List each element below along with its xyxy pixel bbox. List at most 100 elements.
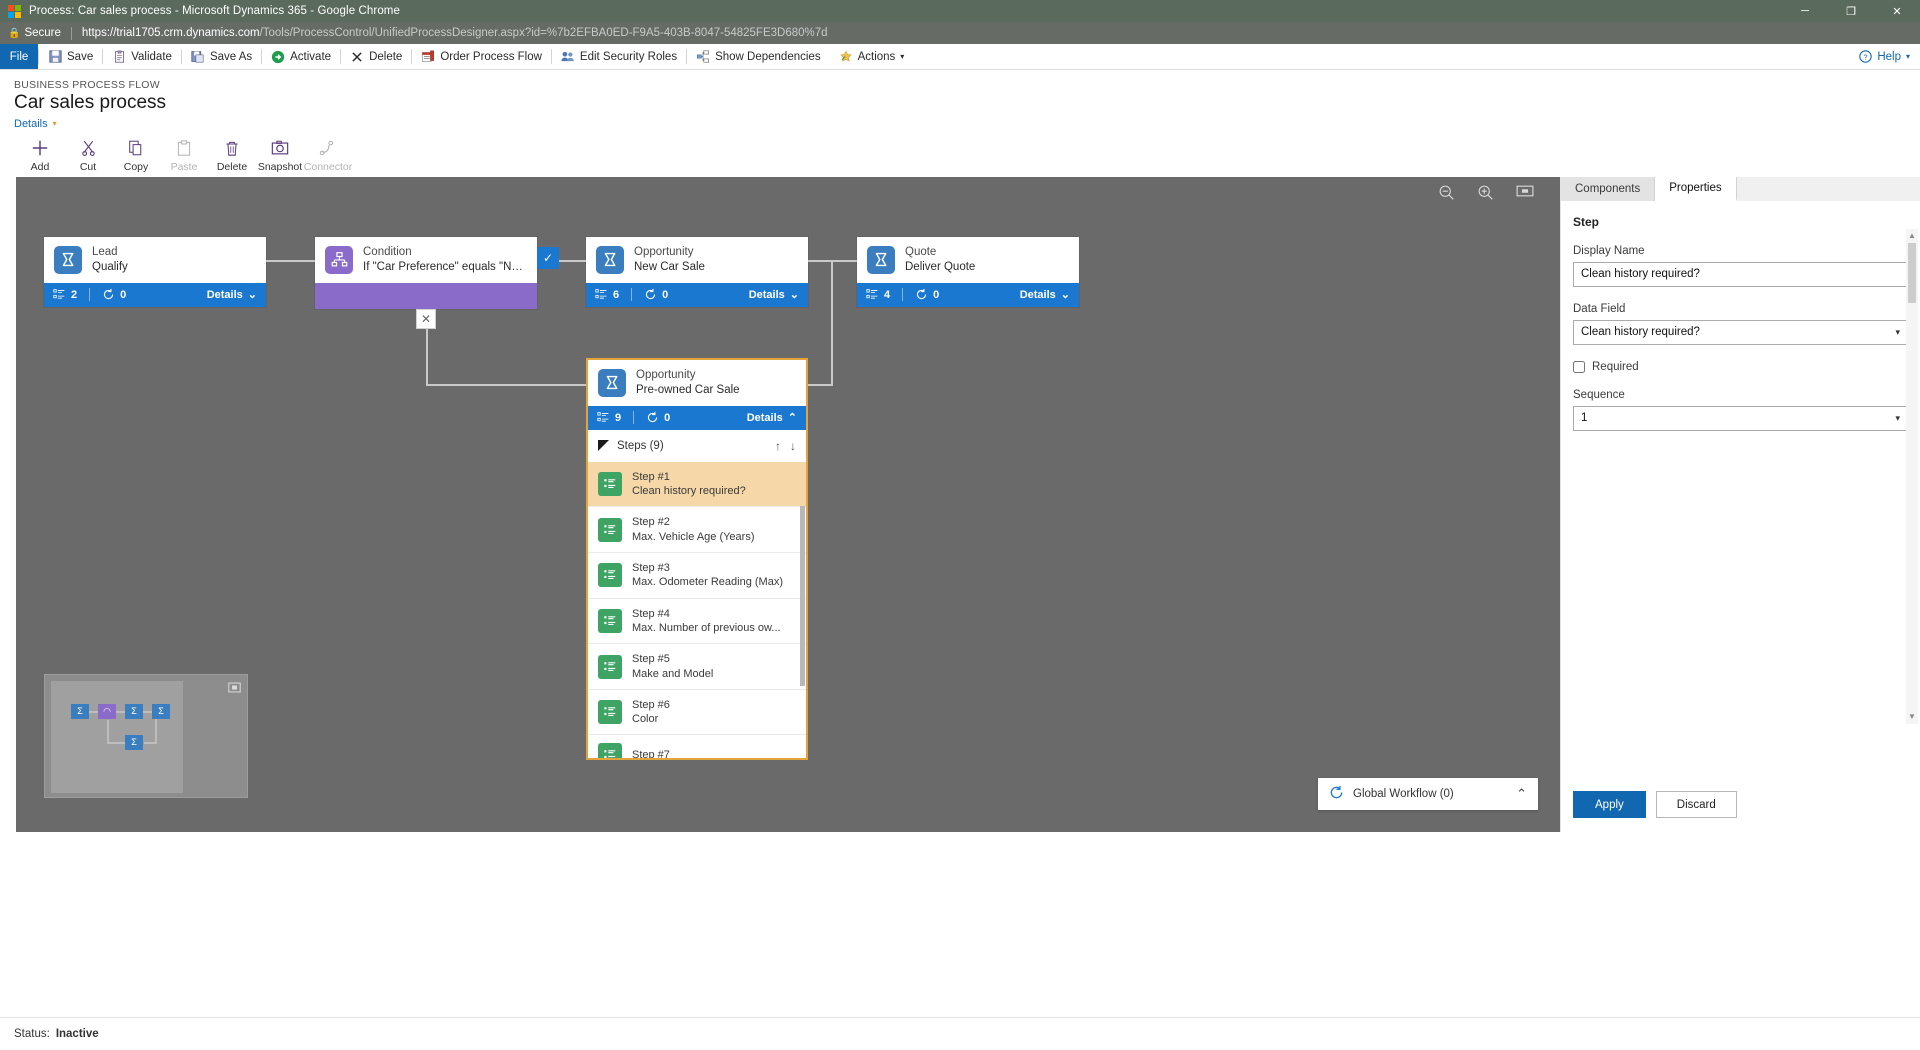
security-status-label: Secure (24, 27, 61, 39)
process-designer-canvas[interactable]: Lead Qualify 2 0 Details ⌄ Condition If … (16, 176, 1560, 832)
list-item[interactable]: Step #5 Make and Model (588, 644, 806, 690)
tab-properties[interactable]: Properties (1655, 176, 1737, 201)
stage-details-toggle[interactable]: Details ⌄ (749, 288, 799, 302)
minimap-node-preowned: Σ (125, 734, 143, 750)
step-field-icon (598, 563, 622, 588)
display-name-label: Display Name (1573, 244, 1645, 257)
scrollbar-thumb[interactable] (1908, 242, 1916, 303)
canvas-minimap[interactable]: Σ ◠ Σ Σ Σ (44, 673, 248, 798)
move-step-up-button[interactable]: ↑ (775, 439, 781, 453)
step-number: Step #7 (632, 749, 670, 758)
stage-steps-count: 2 (71, 288, 78, 301)
chevron-down-icon: ⌄ (789, 289, 799, 302)
minimap-viewport[interactable] (51, 680, 183, 793)
process-details-toggle[interactable]: Details ▾ (14, 118, 57, 130)
show-dependencies-button[interactable]: Show Dependencies (687, 44, 830, 69)
stage-lead-footer: 2 0 Details ⌄ (44, 282, 266, 307)
data-field-select[interactable]: Clean history required? ▾ (1573, 319, 1908, 345)
list-item[interactable]: Step #1 Clean history required? (588, 461, 806, 508)
step-field-icon (598, 743, 622, 758)
step-number: Step #1 (632, 470, 670, 483)
display-name-input[interactable] (1573, 261, 1908, 287)
browser-address-bar[interactable]: 🔒 Secure https://trial1705.crm.dynamics.… (0, 22, 1920, 44)
minimize-button[interactable]: ─ (1782, 0, 1828, 22)
required-checkbox-group[interactable]: Required (1573, 360, 1908, 373)
order-process-flow-label: Order Process Flow (440, 50, 542, 63)
list-item[interactable]: Step #3 Max. Odometer Reading (Max) (588, 553, 806, 599)
paste-button[interactable]: Paste (160, 138, 208, 173)
status-bar: Status: Inactive (0, 1017, 1920, 1050)
help-button[interactable]: ? Help ▾ (1858, 44, 1920, 69)
add-button[interactable]: Add (16, 138, 64, 173)
connector-branch-to-preowned (426, 383, 588, 386)
move-step-down-button[interactable]: ↓ (790, 439, 796, 453)
validate-label: Validate (131, 50, 172, 63)
tab-components[interactable]: Components (1561, 176, 1656, 201)
cut-button[interactable]: Cut (64, 138, 112, 173)
scroll-up-arrow-icon[interactable]: ▲ (1908, 231, 1916, 241)
chevron-up-icon[interactable]: ⌃ (1516, 786, 1527, 802)
stage-card-opportunity-new[interactable]: Opportunity New Car Sale 6 0 Details ⌄ (586, 236, 808, 307)
save-as-button[interactable]: Save As (182, 44, 261, 69)
actions-menu-button[interactable]: Actions ▾ (830, 44, 914, 69)
global-workflow-bar[interactable]: Global Workflow (0) ⌃ (1318, 777, 1538, 810)
stage-card-condition[interactable]: Condition If "Car Preference" equals "Ne… (315, 236, 537, 309)
file-menu-button[interactable]: File (0, 44, 38, 69)
stage-lead-text: Lead Qualify (92, 245, 128, 274)
condition-false-badge[interactable]: ✕ (416, 308, 436, 329)
step-field-icon (598, 472, 622, 497)
delete-node-button[interactable]: Delete (208, 138, 256, 173)
list-item[interactable]: Step #6 Color (588, 690, 806, 736)
save-button[interactable]: Save (39, 44, 102, 69)
stage-card-lead[interactable]: Lead Qualify 2 0 Details ⌄ (44, 236, 266, 307)
sequence-select[interactable]: 1 ▾ (1573, 405, 1908, 431)
maximize-button[interactable]: ❐ (1828, 0, 1874, 22)
steps-scrollbar[interactable] (800, 505, 805, 686)
list-item[interactable]: Step #7 (588, 735, 806, 758)
validate-button[interactable]: Validate (103, 44, 181, 69)
stage-card-quote[interactable]: Quote Deliver Quote 4 0 Details ⌄ (857, 236, 1079, 307)
save-as-label: Save As (209, 50, 253, 63)
stage-preowned-text: Opportunity Pre-owned Car Sale (636, 368, 740, 397)
stage-details-toggle[interactable]: Details ⌄ (207, 288, 257, 302)
global-workflow-label: Global Workflow (0) (1353, 787, 1454, 800)
zoom-in-icon[interactable] (1477, 184, 1494, 206)
list-item[interactable]: Step #4 Max. Number of previous ow... (588, 599, 806, 645)
properties-scrollbar[interactable]: ▲ ▼ (1906, 228, 1918, 724)
collapse-triangle-icon[interactable] (598, 440, 609, 452)
copy-icon (128, 138, 145, 158)
delete-button[interactable]: Delete (341, 44, 411, 69)
activate-button[interactable]: Activate (262, 44, 340, 69)
stage-card-opportunity-preowned[interactable]: Opportunity Pre-owned Car Sale 9 0 Detai… (586, 357, 808, 760)
required-label: Required (1592, 360, 1639, 373)
expand-minimap-icon[interactable] (228, 680, 241, 698)
order-process-flow-button[interactable]: Order Process Flow (412, 44, 551, 69)
condition-true-badge[interactable]: ✓ (537, 246, 559, 269)
edit-security-roles-label: Edit Security Roles (579, 50, 678, 63)
required-checkbox[interactable] (1573, 360, 1585, 373)
connector-button[interactable]: Connector (304, 138, 352, 173)
data-field-value: Clean history required? (1581, 326, 1700, 339)
snapshot-button[interactable]: Snapshot (256, 138, 304, 173)
delete-icon (350, 50, 364, 64)
steps-reorder-controls: ↑ ↓ (775, 439, 796, 453)
scroll-down-arrow-icon[interactable]: ▼ (1908, 712, 1916, 722)
save-label: Save (67, 50, 94, 63)
stage-name-label: Deliver Quote (905, 260, 976, 273)
edit-security-roles-button[interactable]: Edit Security Roles (552, 44, 686, 69)
apply-button[interactable]: Apply (1573, 791, 1646, 819)
discard-button[interactable]: Discard (1655, 791, 1737, 819)
step-label: Max. Number of previous ow... (632, 621, 781, 634)
stage-quote-text: Quote Deliver Quote (905, 245, 975, 274)
stage-details-toggle[interactable]: Details ⌃ (747, 411, 797, 425)
step-text: Step #2 Max. Vehicle Age (Years) (632, 515, 755, 544)
fit-to-screen-icon[interactable] (1516, 184, 1534, 206)
stage-details-toggle[interactable]: Details ⌄ (1020, 288, 1070, 302)
properties-panel-body: Step Display Name Data Field Clean histo… (1561, 201, 1920, 778)
zoom-out-icon[interactable] (1438, 184, 1455, 206)
steps-list[interactable]: Step #1 Clean history required? Step #2 … (588, 461, 806, 758)
copy-button[interactable]: Copy (112, 138, 160, 173)
close-button[interactable]: ✕ (1874, 0, 1920, 22)
stage-loops-metric: 0 (915, 288, 951, 301)
list-item[interactable]: Step #2 Max. Vehicle Age (Years) (588, 507, 806, 554)
